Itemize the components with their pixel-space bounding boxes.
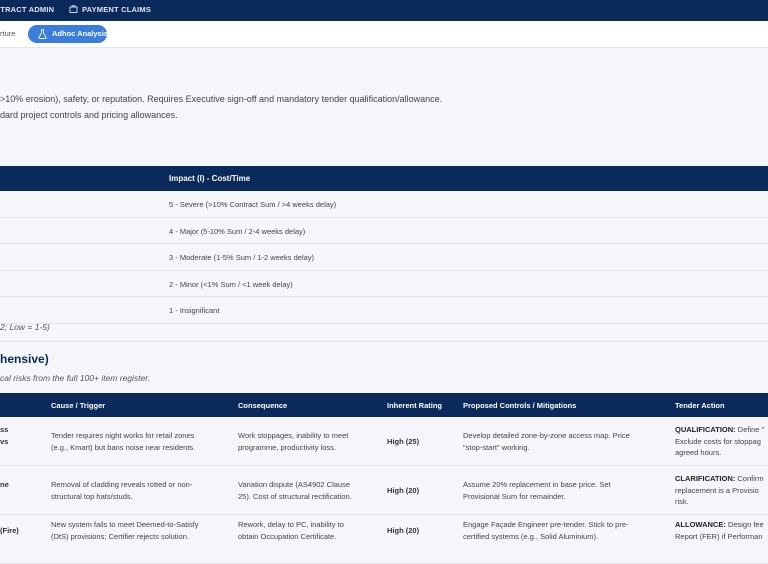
cell-text: Confirm <box>735 474 764 483</box>
cell-text: replacement is a Provisio <box>675 485 759 495</box>
cell-text: New system fails to meet Deemed-to-Satis… <box>51 520 199 529</box>
top-navigation-bar: ITRACT ADMIN PAYMENT CLAIMS <box>0 0 768 21</box>
cell-text: Removal of cladding reveals rotted or no… <box>51 480 193 489</box>
table-row: ne Removal of cladding reveals rotted or… <box>0 466 768 515</box>
table-row: 3 - Moderate (1-5% Sum / 1-2 weeks delay… <box>0 244 768 271</box>
cell-text: (e.g., Kmart) but bans noise near reside… <box>51 442 196 452</box>
cell-text: certified systems (e.g., Solid Aluminium… <box>463 531 599 541</box>
cell-text: (Fire) <box>0 526 19 535</box>
building-icon <box>69 5 78 13</box>
cell-text: structural top hats/studs. <box>51 491 133 501</box>
cell-text: agreed hours. <box>675 448 722 457</box>
rating-cell: High (20) <box>387 526 420 535</box>
cell-text: 25). Cost of structural rectification. <box>238 491 352 501</box>
column-header-tender-action: Tender Action <box>675 401 725 410</box>
cause-cell: Removal of cladding reveals rotted or no… <box>51 479 192 502</box>
section-title: hensive) <box>0 352 49 366</box>
cell-text: (DtS) provisions; Certifier rejects solu… <box>51 531 189 541</box>
table-header: Cause / Trigger Consequence Inherent Rat… <box>0 393 768 417</box>
table-row: ss vs Tender requires night works for ret… <box>0 417 768 466</box>
tab-architecture[interactable]: rture <box>0 29 15 38</box>
cell-text: Provisional Sum for remainder. <box>463 491 566 501</box>
section-divider <box>0 341 768 342</box>
impact-cell: 1 - Insignificant <box>169 306 220 316</box>
cell-text: vs <box>0 436 9 446</box>
action-type-label: QUALIFICATION: <box>675 425 736 434</box>
cell-text: Assume 20% replacement in base price. Se… <box>463 480 611 489</box>
cell-text: Report (FER) if Performan <box>675 531 763 541</box>
risk-register-table: Cause / Trigger Consequence Inherent Rat… <box>0 393 768 564</box>
risk-name-cell: ss vs <box>0 424 8 447</box>
risk-name-cell: (Fire) <box>0 525 19 537</box>
cell-text: ss <box>0 425 9 434</box>
table-row: 5 - Severe (>10% Contract Sum / >4 weeks… <box>0 191 768 218</box>
nav-item-contract-admin[interactable]: ITRACT ADMIN <box>0 5 54 14</box>
cell-text: ne <box>0 480 9 489</box>
consequence-cell: Work stoppages, inability to meet program… <box>238 430 348 453</box>
risk-name-cell: ne <box>0 479 9 491</box>
table-header: Impact (I) - Cost/Time <box>0 166 768 191</box>
column-header-impact: Impact (I) - Cost/Time <box>169 174 251 183</box>
tender-action-cell: QUALIFICATION: Define " Exclude costs for… <box>675 424 764 459</box>
nav-item-payment-claims[interactable]: PAYMENT CLAIMS <box>69 5 151 14</box>
flask-icon <box>38 29 47 39</box>
cell-text: Engage Façade Engineer pre-tender. Stick… <box>463 520 629 529</box>
rating-legend-note: 2; Low = 1-5) <box>0 322 50 332</box>
impact-cell: 5 - Severe (>10% Contract Sum / >4 weeks… <box>169 200 337 209</box>
tender-action-cell: CLARIFICATION: Confirm replacement is a P… <box>675 473 764 508</box>
impact-matrix-table: Impact (I) - Cost/Time 5 - Severe (>10% … <box>0 166 768 324</box>
impact-cell: 4 - Major (5-10% Sum / 2-4 weeks delay) <box>169 226 306 236</box>
cell-text: Work stoppages, inability to meet <box>238 431 349 440</box>
column-header-controls: Proposed Controls / Mitigations <box>463 401 577 410</box>
cell-text: Rework, delay to PC, inability to <box>238 520 344 529</box>
cell-text: obtain Occupation Certificate. <box>238 531 337 541</box>
impact-cell: 2 - Minor (<1% Sum / <1 week delay) <box>169 279 293 289</box>
action-type-label: CLARIFICATION: <box>675 474 736 483</box>
column-header-inherent-rating: Inherent Rating <box>387 401 443 410</box>
tab-label: Adhoc Analysis <box>52 29 108 38</box>
cell-text: Variation dispute (AS4902 Clause <box>238 480 351 489</box>
cell-text: Tender requires night works for retail z… <box>51 431 195 440</box>
controls-cell: Assume 20% replacement in base price. Se… <box>463 479 611 502</box>
impact-cell: 3 - Moderate (1-5% Sum / 1-2 weeks delay… <box>169 253 315 263</box>
cell-text: Exclude costs for stoppag <box>675 436 761 446</box>
table-row: (Fire) New system fails to meet Deemed-t… <box>0 515 768 564</box>
cell-text: risk. <box>675 497 689 506</box>
table-row: 1 - Insignificant <box>0 297 768 324</box>
cause-cell: Tender requires night works for retail z… <box>51 430 195 453</box>
column-header-cause: Cause / Trigger <box>51 401 106 410</box>
consequence-cell: Variation dispute (AS4902 Clause 25). Cos… <box>238 479 352 502</box>
column-header-consequence: Consequence <box>238 401 288 410</box>
rating-cell: High (20) <box>387 486 420 495</box>
risk-definition-text: >10% erosion), safety, or reputation. Re… <box>0 94 443 104</box>
cell-text: programme, productivity loss. <box>238 442 336 452</box>
tab-bar: rture Adhoc Analysis <box>0 21 768 48</box>
nav-item-label: ITRACT ADMIN <box>0 5 55 14</box>
nav-item-label: PAYMENT CLAIMS <box>82 5 152 14</box>
table-row: 4 - Major (5-10% Sum / 2-4 weeks delay) <box>0 217 768 245</box>
cell-text: Define " <box>735 425 765 434</box>
risk-definition-text: dard project controls and pricing allowa… <box>0 110 178 120</box>
table-row: 2 - Minor (<1% Sum / <1 week delay) <box>0 270 768 298</box>
action-type-label: ALLOWANCE: <box>675 520 726 529</box>
controls-cell: Develop detailed zone-by-zone access map… <box>463 430 630 453</box>
rating-cell: High (25) <box>387 437 420 446</box>
tab-adhoc-analysis[interactable]: Adhoc Analysis <box>28 25 108 43</box>
cell-text: "stop-start" working. <box>463 442 530 452</box>
section-subtitle: cal risks from the full 100+ item regist… <box>0 373 151 383</box>
cell-text: Develop detailed zone-by-zone access map… <box>463 431 630 440</box>
cell-text: Design fee <box>725 520 764 529</box>
